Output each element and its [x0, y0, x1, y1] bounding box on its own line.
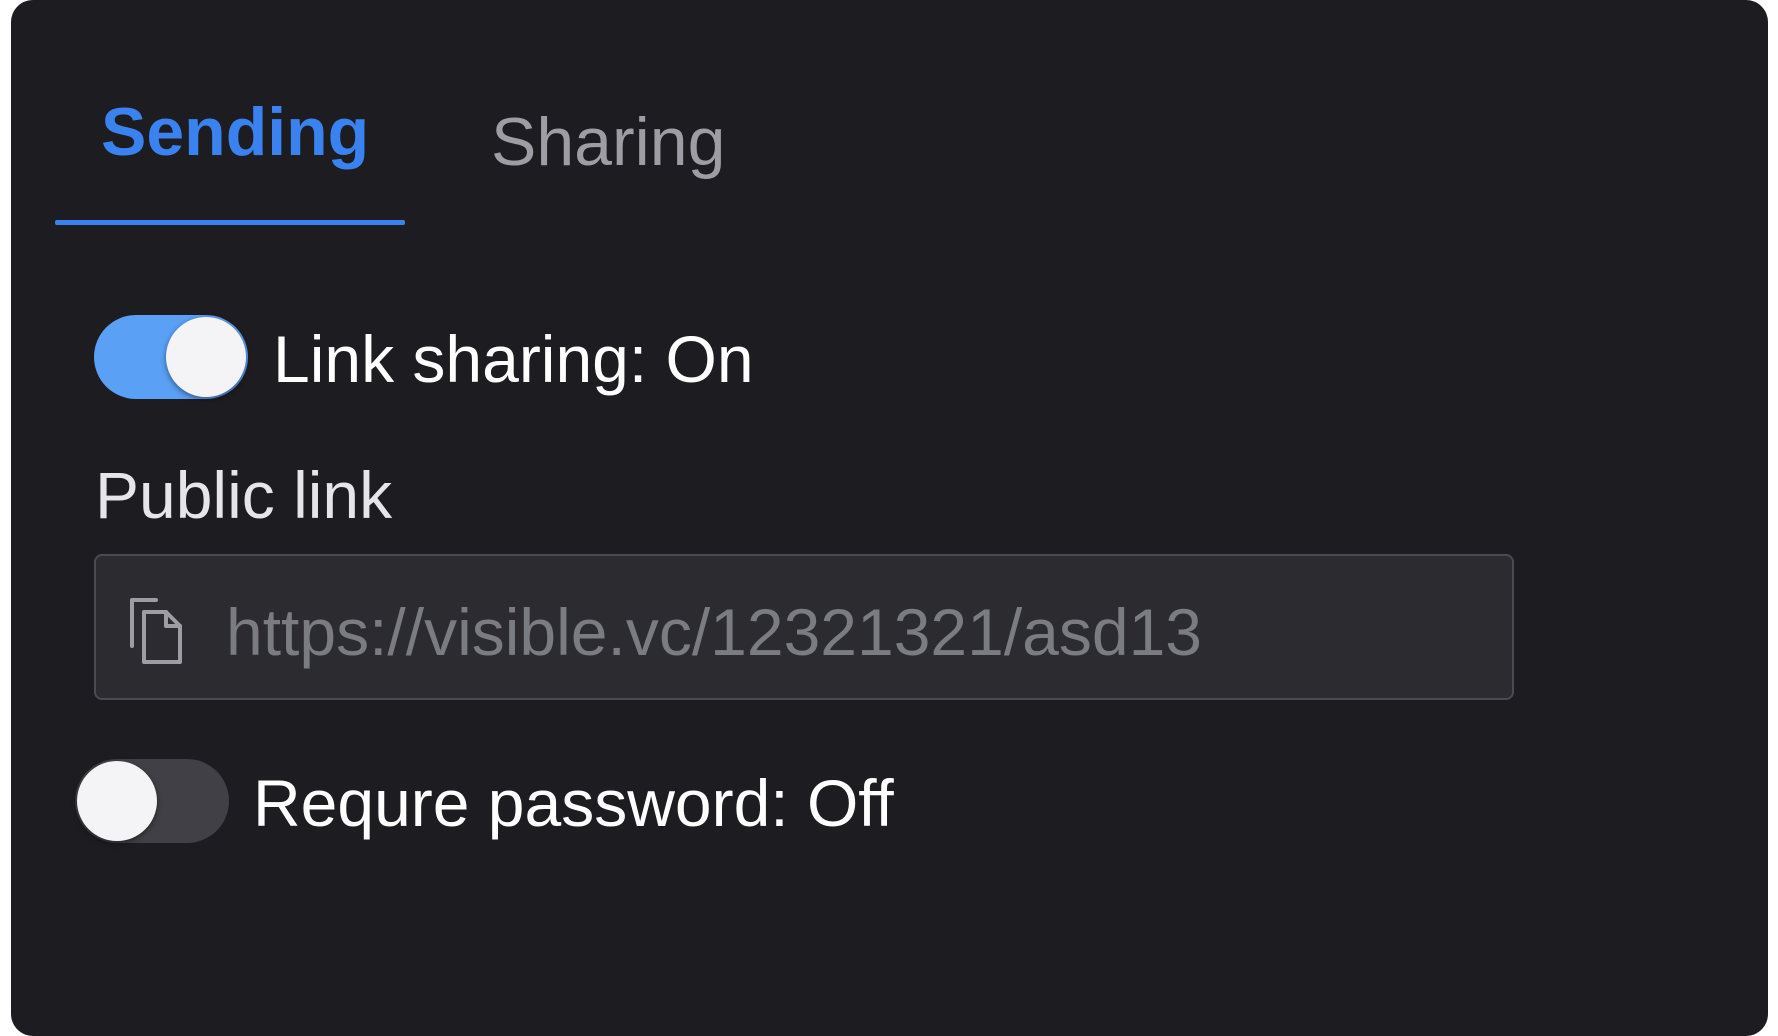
link-sharing-label: Link sharing: On [273, 322, 754, 396]
toggle-knob [166, 317, 246, 397]
active-tab-indicator [55, 220, 405, 225]
public-link-input[interactable] [226, 594, 1476, 670]
public-link-label: Public link [95, 458, 393, 532]
sharing-settings-panel: Sending Sharing Link sharing: On Public … [11, 0, 1768, 1036]
require-password-toggle[interactable] [75, 759, 229, 843]
toggle-knob [77, 761, 157, 841]
tab-sharing[interactable]: Sharing [491, 108, 725, 176]
copy-icon[interactable] [126, 596, 186, 666]
link-sharing-toggle[interactable] [94, 315, 248, 399]
tab-sending[interactable]: Sending [101, 98, 369, 166]
require-password-label: Requre password: Off [253, 766, 894, 840]
public-link-field[interactable] [94, 554, 1514, 700]
